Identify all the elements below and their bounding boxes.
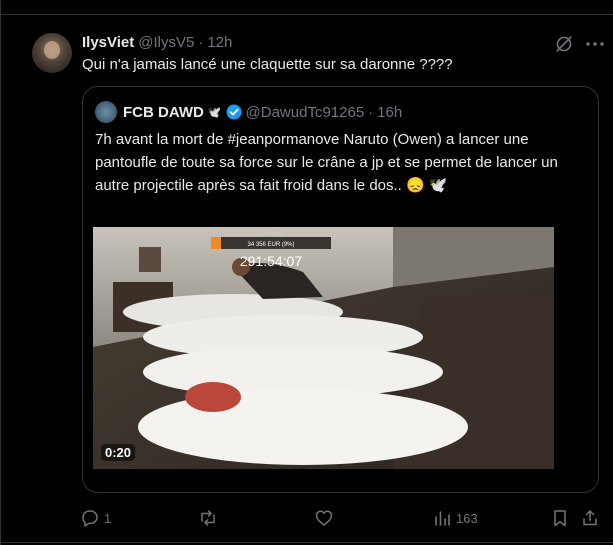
author-handle[interactable]: @IlysV5 bbox=[138, 34, 194, 51]
reply-count: 1 bbox=[104, 510, 112, 526]
grok-icon bbox=[556, 36, 572, 52]
avatar[interactable] bbox=[32, 33, 72, 73]
share-icon bbox=[583, 510, 597, 526]
author-name[interactable]: IlysViet bbox=[82, 34, 134, 51]
separator-dot: · bbox=[368, 103, 374, 121]
timeline-column-border bbox=[0, 0, 1, 545]
like-icon bbox=[315, 510, 333, 526]
reply-button[interactable]: 1 bbox=[80, 507, 111, 529]
tweet-timestamp[interactable]: 12h bbox=[207, 34, 232, 51]
quoted-timestamp[interactable]: 16h bbox=[377, 104, 402, 121]
video-frame: SUB GOAL 34 356 EUR (9%) 291:54:07 bbox=[93, 227, 554, 469]
separator-dot: · bbox=[198, 33, 204, 51]
overlay-timer: 291:54:07 bbox=[240, 253, 302, 269]
more-button[interactable] bbox=[584, 33, 606, 55]
tweet-divider-top bbox=[0, 14, 613, 15]
repost-icon bbox=[201, 510, 215, 526]
tweet-divider-bottom bbox=[0, 542, 613, 543]
share-button[interactable] bbox=[580, 507, 600, 529]
quoted-text: 7h avant la mort de #jeanpormanove Narut… bbox=[95, 131, 558, 194]
video-player[interactable]: SUB GOAL 34 356 EUR (9%) 291:54:07 0:20 bbox=[93, 227, 554, 469]
repost-button[interactable] bbox=[198, 507, 222, 529]
reply-icon bbox=[82, 510, 98, 527]
quoted-author-emoji: 🕊️ bbox=[207, 106, 222, 119]
bookmark-button[interactable] bbox=[550, 507, 570, 529]
overlay-label: SUB GOAL bbox=[258, 231, 284, 237]
verified-badge-icon bbox=[226, 104, 242, 120]
like-button[interactable] bbox=[314, 507, 338, 529]
bookmark-icon bbox=[554, 510, 566, 527]
view-count: 163 bbox=[456, 510, 478, 526]
quoted-tweet[interactable]: FCB DAWD 🕊️ @DawudTc91265 · 16h 7h avant… bbox=[82, 86, 599, 493]
views-button[interactable]: 163 bbox=[432, 507, 478, 529]
more-icon bbox=[586, 42, 604, 46]
quoted-author-handle[interactable]: @DawudTc91265 bbox=[246, 104, 365, 121]
tweet-text: Qui n'a jamais lancé une claquette sur s… bbox=[82, 56, 453, 73]
overlay-progress-text: 34 356 EUR (9%) bbox=[247, 242, 294, 248]
grok-button[interactable] bbox=[553, 33, 575, 55]
quoted-author-name[interactable]: FCB DAWD bbox=[123, 104, 204, 121]
views-icon bbox=[435, 511, 450, 526]
quoted-header: FCB DAWD 🕊️ @DawudTc91265 · 16h bbox=[123, 102, 402, 122]
tweet-header: IlysViet @IlysV5 · 12h bbox=[82, 33, 232, 51]
video-duration: 0:20 bbox=[101, 444, 136, 461]
quoted-avatar[interactable] bbox=[95, 101, 117, 123]
